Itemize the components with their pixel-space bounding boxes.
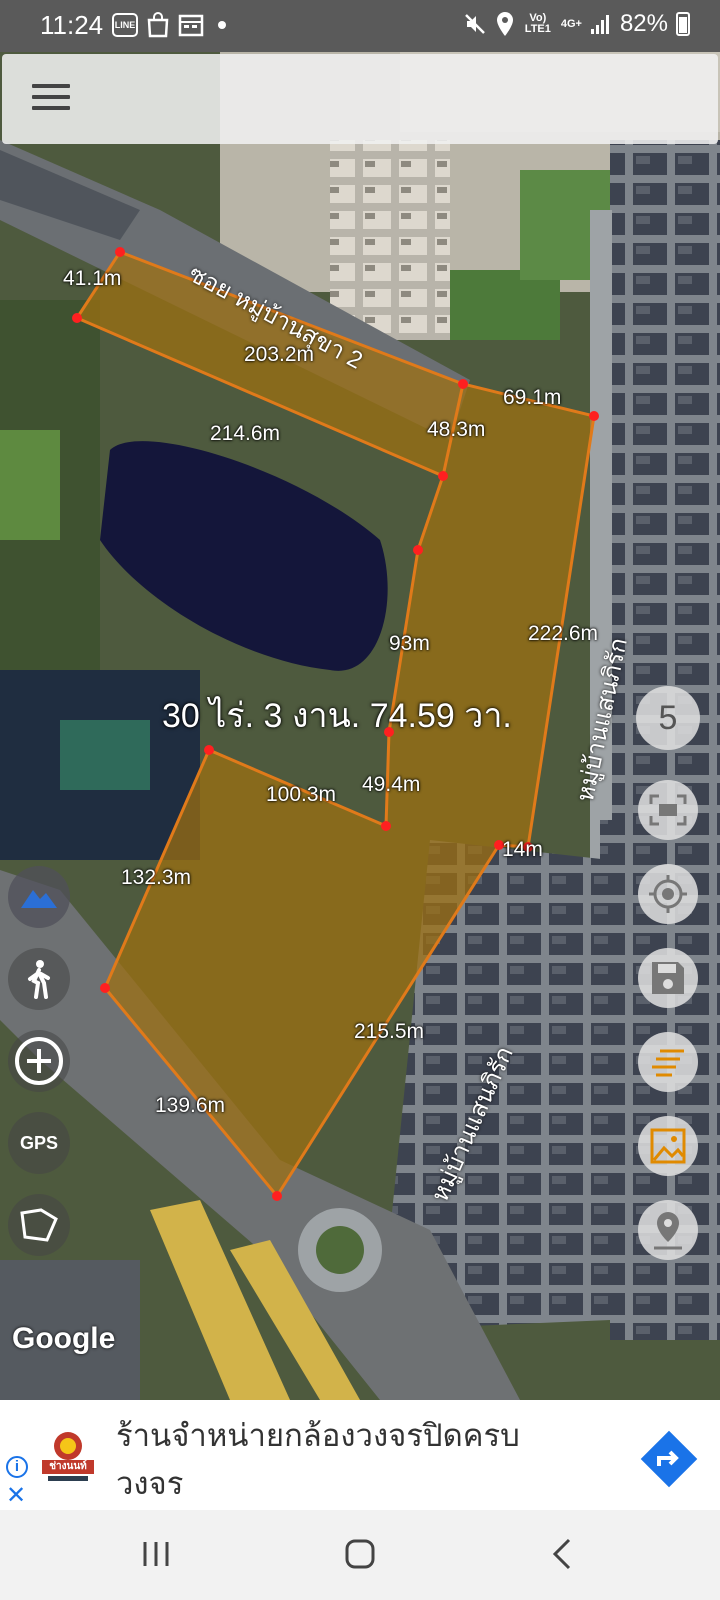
measurement-label: 93m [389, 632, 430, 655]
terrain-icon [21, 890, 57, 908]
gps-button[interactable]: GPS [8, 1112, 70, 1174]
add-point-button[interactable] [8, 1030, 70, 1092]
hamburger-menu-icon[interactable] [32, 84, 70, 114]
measurement-label: 69.1m [503, 386, 562, 409]
save-icon [652, 962, 684, 994]
status-left-icons: LINE [112, 12, 226, 38]
ad-directions-icon[interactable] [640, 1430, 698, 1488]
image-button[interactable] [638, 1116, 698, 1176]
area-total-label: 30 ไร่. 3 งาน. 74.59 วา. [162, 697, 512, 735]
polygon-icon [20, 1208, 58, 1242]
location-pin-button[interactable] [638, 1200, 698, 1260]
shopping-bag-icon [147, 12, 169, 38]
status-right: Vo) LTE1 4G+ 82% [463, 10, 690, 38]
status-bar: 11:24 LINE Vo) LTE1 4G+ 82% [0, 0, 720, 52]
walk-mode-button[interactable] [8, 948, 70, 1010]
home-icon [345, 1539, 375, 1569]
ad-banner[interactable]: i ✕ ช่างนนท์ ร้านจำหน่ายกล้องวงจรปิดครบว… [0, 1400, 720, 1510]
mute-icon [464, 14, 485, 34]
line-icon: LINE [112, 13, 138, 37]
ad-logo: ช่างนนท์ [38, 1428, 98, 1484]
location-pin-icon [654, 1212, 682, 1250]
image-icon [650, 1128, 686, 1164]
fit-screen-button[interactable] [638, 780, 698, 840]
recents-button[interactable] [126, 1532, 186, 1576]
measurement-label: 49.4m [362, 773, 421, 796]
back-icon [552, 1538, 571, 1570]
ad-info-icon[interactable]: i [6, 1456, 28, 1478]
layers-icon [652, 1049, 684, 1077]
measurement-label: 132.3m [121, 866, 192, 889]
home-button[interactable] [330, 1532, 390, 1576]
locate-button[interactable] [638, 864, 698, 924]
measurement-label: 215.5m [354, 1020, 425, 1043]
zoom-level-button[interactable]: 5 [636, 686, 700, 750]
ad-close-icon[interactable]: ✕ [6, 1484, 26, 1508]
google-attribution: Google [12, 1322, 116, 1355]
gps-label: GPS [19, 1132, 58, 1153]
notification-dot [218, 21, 226, 29]
top-app-bar [2, 54, 718, 144]
measurement-label: 214.6m [210, 422, 281, 445]
measurement-label: 48.3m [427, 418, 486, 441]
battery-icon [676, 12, 690, 36]
recents-icon [143, 1542, 169, 1566]
measurement-label: 41.1m [63, 267, 122, 290]
terrain-button[interactable] [8, 866, 70, 928]
measurement-label: 222.6m [528, 622, 599, 645]
ad-logo-text: ช่างนนท์ [49, 1461, 87, 1472]
measurement-label: 139.6m [155, 1094, 226, 1117]
locate-icon [649, 875, 687, 913]
calendar-icon [178, 14, 204, 37]
save-button[interactable] [638, 948, 698, 1008]
status-time: 11:24 [40, 10, 104, 40]
fit-screen-icon [649, 794, 687, 826]
polygon-tool-button[interactable] [8, 1194, 70, 1256]
add-point-icon [15, 1037, 63, 1085]
location-icon [496, 12, 513, 36]
walk-icon [28, 960, 50, 999]
back-button[interactable] [532, 1532, 592, 1576]
volte-label: Vo) LTE1 [524, 12, 551, 35]
signal-icon [590, 15, 609, 34]
ad-text[interactable]: ร้านจำหน่ายกล้องวงจรปิดครบวงจร [116, 1412, 586, 1508]
battery-percent: 82% [619, 10, 668, 37]
layers-button[interactable] [638, 1032, 698, 1092]
system-nav-bar [0, 1510, 720, 1600]
network-type: 4G+ [560, 17, 582, 30]
measurement-label: 203.2m [244, 343, 315, 366]
measurement-label: 100.3m [266, 783, 337, 806]
measurement-label: 14m [502, 838, 543, 861]
zoom-level: 5 [658, 698, 678, 737]
